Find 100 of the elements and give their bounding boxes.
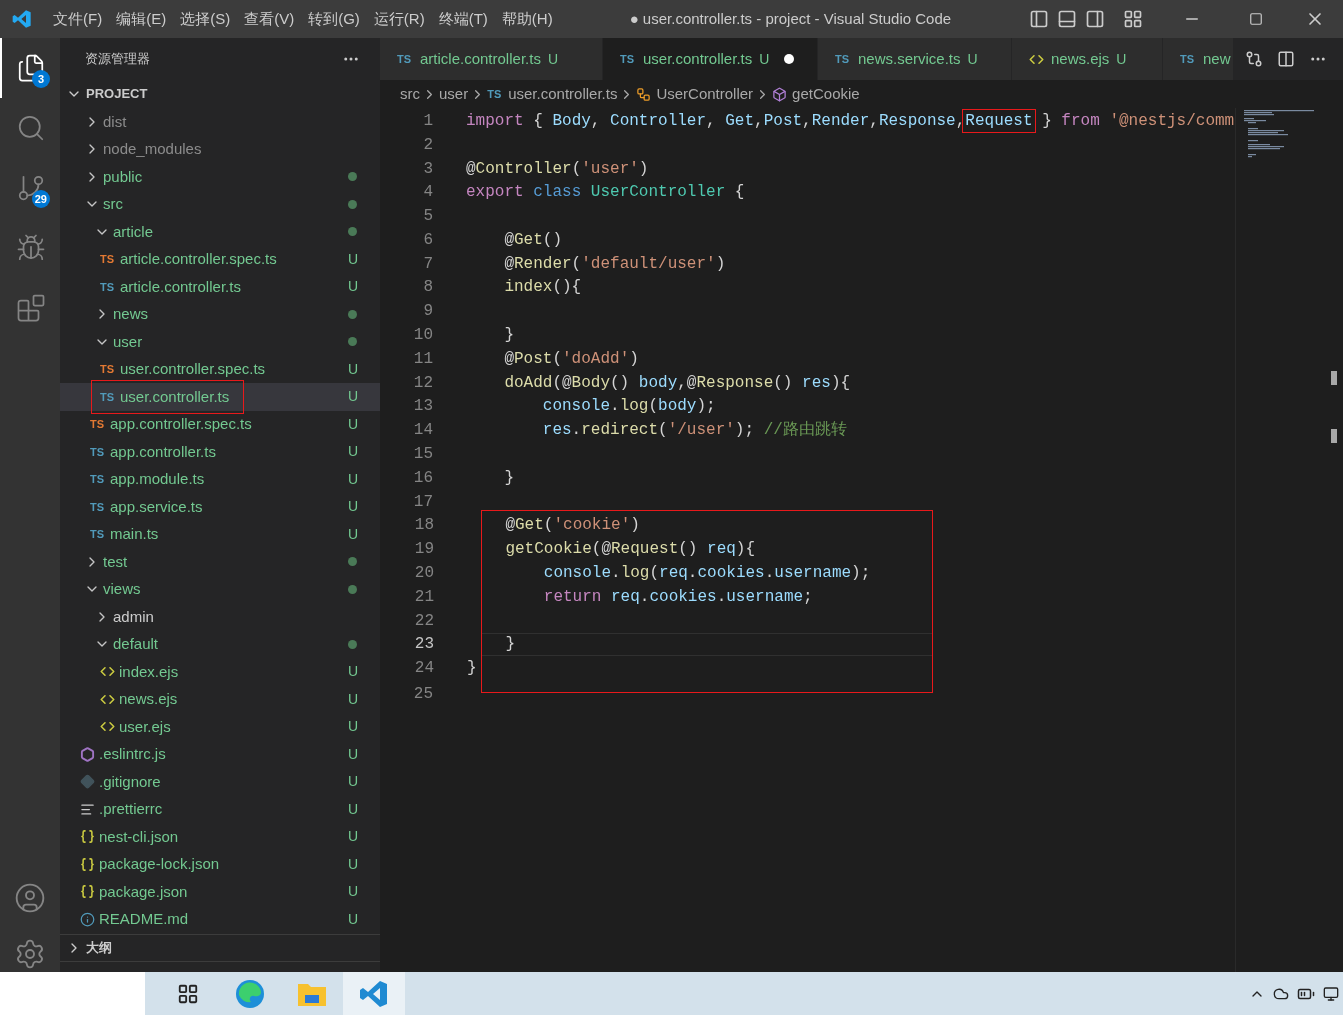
line-number: 6 [422, 229, 433, 251]
file-row[interactable]: TS app.controller.spec.ts U [60, 410, 380, 438]
typescript-icon: TS [487, 85, 504, 103]
typescript-icon: TS [100, 361, 116, 378]
file-name: dist [103, 111, 127, 132]
folder-row[interactable]: news [60, 300, 380, 328]
file-row[interactable]: TS main.ts U [60, 520, 380, 548]
file-name: app.service.ts [110, 496, 203, 517]
file-name: article.controller.spec.ts [120, 249, 277, 269]
menu-item[interactable]: 编辑(E) [109, 7, 174, 31]
code-line: } [504, 634, 515, 656]
typescript-icon: TS [100, 278, 116, 295]
typescript-icon: TS [90, 526, 106, 543]
line-number: 20 [413, 563, 434, 585]
folder-row[interactable]: src [60, 190, 380, 218]
file-name: src [103, 194, 123, 214]
folder-row[interactable]: node_modules [60, 135, 380, 163]
blocks-icon [16, 293, 46, 323]
file-row[interactable]: TS article.controller.spec.ts U [60, 245, 380, 273]
file-row[interactable]: user.ejs U [60, 713, 380, 741]
code-line: res.redirect('/user'); //路由跳转 [541, 420, 847, 442]
editor-tab[interactable]: TS article.controller.ts U [380, 38, 603, 80]
code-line: index(){ [503, 277, 582, 299]
activity-item[interactable]: 29 [0, 158, 60, 218]
line-number: 11 [412, 348, 433, 370]
account-icon[interactable] [14, 882, 46, 914]
folder-row[interactable]: test [60, 548, 380, 576]
editor-tab[interactable]: news.ejs U [1012, 38, 1163, 80]
maximize-icon[interactable] [1249, 12, 1263, 26]
file-row[interactable]: TS app.service.ts U [60, 493, 380, 521]
typescript-icon: TS [90, 498, 106, 515]
browser-icon [235, 978, 265, 1009]
file-name: main.ts [110, 524, 159, 544]
network-icon[interactable] [1323, 985, 1339, 1002]
code-line: } [467, 658, 477, 680]
editor-tab[interactable]: TS user.controller.ts U [603, 38, 818, 80]
file-row[interactable]: package-lock.json U [60, 850, 380, 878]
status-letter: U [347, 744, 358, 764]
typescript-icon: TS [100, 251, 116, 268]
file-row[interactable]: nest-cli.json U [60, 823, 380, 851]
breadcrumb[interactable]: user [439, 82, 469, 106]
code-line: return req.cookies.username; [542, 586, 813, 608]
breadcrumb[interactable]: getCookie [772, 82, 860, 106]
menu-item[interactable]: 查看(V) [237, 7, 302, 31]
file-row[interactable]: TS user.controller.ts U [60, 383, 380, 411]
folder-row[interactable]: public [60, 163, 380, 191]
editor-tab[interactable]: TS news.service.ts U [818, 38, 1012, 80]
folder-row[interactable]: article [60, 218, 380, 246]
file-name: news.ejs [119, 689, 178, 709]
typescript-icon: TS [397, 50, 413, 68]
menu-item[interactable]: 终端(T) [431, 7, 495, 31]
breadcrumb[interactable]: TS user.controller.ts [487, 82, 618, 106]
status-letter: U [347, 277, 358, 297]
line-number: 7 [422, 253, 433, 275]
file-name: package.json [99, 881, 188, 902]
file-row[interactable]: .gitignore U [60, 768, 380, 796]
settings-icon[interactable] [14, 938, 46, 970]
outline-header[interactable]: 大纲 [60, 935, 380, 961]
file-row[interactable]: README.md U [60, 905, 380, 933]
typescript-icon: TS [90, 443, 106, 460]
menu-item[interactable]: 转到(G) [301, 7, 367, 31]
file-row[interactable]: package.json U [60, 878, 380, 906]
file-name: public [103, 166, 143, 187]
compare-icon[interactable] [1245, 50, 1263, 68]
line-number: 16 [412, 467, 433, 489]
folder-row[interactable]: admin [60, 603, 380, 631]
file-row[interactable]: .eslintrc.js U [60, 740, 380, 768]
line-number: 4 [422, 182, 433, 204]
toggle-panel-icon[interactable] [1057, 9, 1077, 29]
typescript-icon: TS [100, 388, 116, 405]
folder-row[interactable]: views [60, 575, 380, 603]
menu-item[interactable]: 选择(S) [173, 7, 238, 31]
menu-item[interactable]: 帮助(H) [494, 7, 560, 31]
breadcrumb[interactable]: src [400, 82, 420, 106]
toggle-sidebar-icon[interactable] [1029, 9, 1049, 29]
file-row[interactable]: index.ejs U [60, 658, 380, 686]
breadcrumb[interactable]: UserController [636, 82, 754, 106]
menu-item[interactable]: 运行(R) [366, 7, 432, 31]
file-row[interactable]: news.ejs U [60, 685, 380, 713]
layout-icon[interactable] [1123, 9, 1143, 29]
typescript-icon: TS [90, 416, 106, 433]
line-number: 22 [413, 610, 434, 632]
file-name: app.controller.spec.ts [110, 414, 252, 434]
file-row[interactable]: TS app.controller.ts U [60, 438, 380, 466]
split-editor-icon[interactable] [1277, 50, 1295, 68]
project-header[interactable]: PROJECT [60, 80, 380, 108]
file-row[interactable]: TS user.controller.spec.ts U [60, 355, 380, 383]
folder-row[interactable]: dist [60, 108, 380, 136]
editor-tab[interactable]: TS new [1163, 38, 1234, 80]
folder-row[interactable]: user [60, 328, 380, 356]
folder-row[interactable]: default [60, 630, 380, 658]
typescript-icon: TS [835, 50, 851, 68]
toggle-secondary-sidebar-icon[interactable] [1085, 9, 1105, 29]
file-row[interactable]: TS article.controller.ts U [60, 273, 380, 301]
status-letter: U [347, 717, 358, 737]
menu-item[interactable]: 文件(F) [46, 7, 110, 31]
lines-icon [80, 801, 95, 817]
file-row[interactable]: .prettierrc U [60, 795, 380, 823]
file-name: .prettierrc [99, 799, 163, 819]
file-row[interactable]: TS app.module.ts U [60, 465, 380, 493]
